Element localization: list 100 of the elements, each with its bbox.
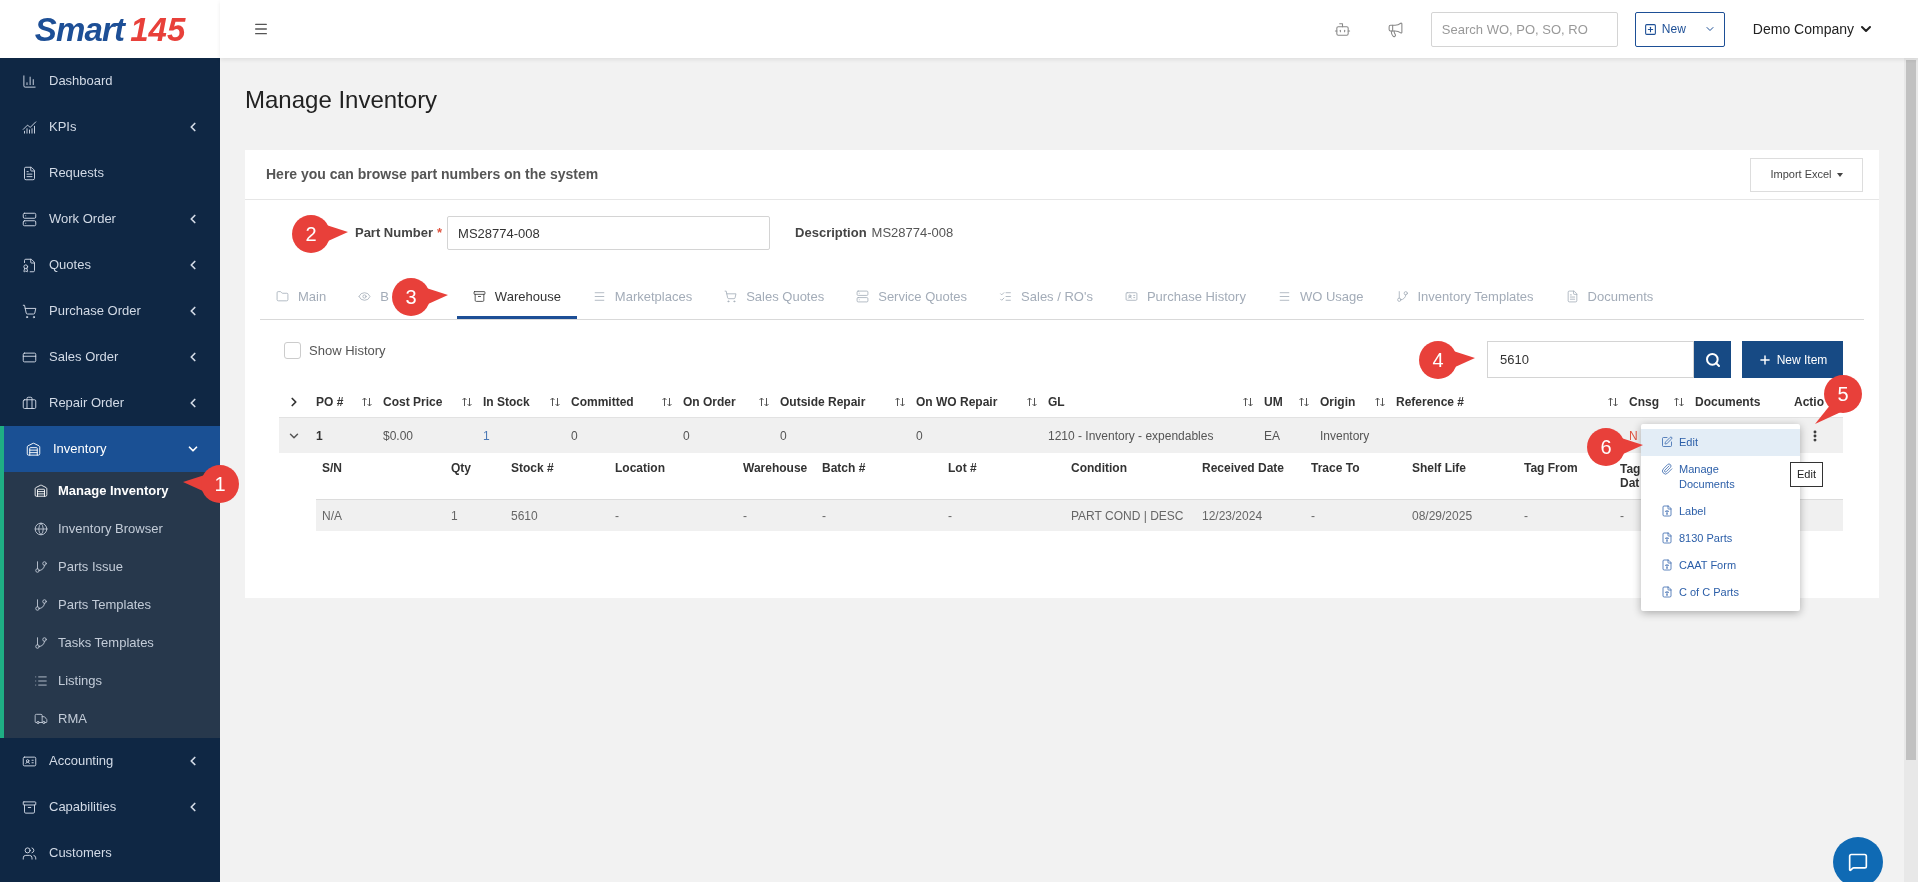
table-cell: 1 <box>451 508 458 523</box>
sidebar-item[interactable]: Capabilities <box>0 784 220 830</box>
table-cell: - <box>1524 508 1528 523</box>
robot-icon[interactable] <box>1333 20 1351 38</box>
column-header: Tag Dat <box>1620 462 1642 490</box>
menu-item[interactable]: CAAT Form <box>1641 552 1800 579</box>
submenu-item[interactable]: Tasks Templates <box>34 633 154 653</box>
logo[interactable]: Smart 145 <box>0 0 220 58</box>
sidebar-item[interactable]: Dashboard <box>0 58 220 104</box>
pdf-icon <box>1661 586 1673 598</box>
caret-icon <box>1836 172 1843 177</box>
column-header: Shelf Life <box>1412 461 1466 475</box>
column-header[interactable]: Reference # <box>1396 393 1465 411</box>
lines-icon <box>1277 290 1291 303</box>
column-header: Batch # <box>822 461 866 475</box>
sort-icon[interactable] <box>1298 396 1310 408</box>
submenu-item[interactable]: Inventory Browser <box>34 519 163 539</box>
column-header: Qty <box>451 461 471 475</box>
import-excel-button[interactable]: Import Excel <box>1750 157 1863 192</box>
sidebar-item[interactable]: Inventory <box>4 426 220 472</box>
sort-icon[interactable] <box>1026 396 1038 408</box>
sort-icon[interactable] <box>549 396 561 408</box>
column-header: Warehouse <box>743 461 808 475</box>
sidebar-item[interactable]: KPIs <box>0 104 220 150</box>
column-header[interactable]: Documents <box>1695 393 1761 411</box>
column-header[interactable]: Committed <box>571 393 634 411</box>
pdf-icon <box>1661 532 1673 544</box>
submenu-item[interactable]: Manage Inventory <box>34 481 169 501</box>
search-field[interactable]: Search WO, PO, SO, RO <box>1430 11 1618 47</box>
table-cell: - <box>615 508 619 523</box>
id-card-icon <box>22 753 37 769</box>
sort-icon[interactable] <box>1607 396 1619 408</box>
new-item-button[interactable]: New Item <box>1742 341 1843 378</box>
submenu-item[interactable]: Listings <box>34 671 103 691</box>
menu-item[interactable]: Edit <box>1641 429 1800 456</box>
branch-icon <box>34 598 48 612</box>
column-header[interactable]: Origin <box>1320 393 1356 411</box>
pdf-icon <box>1661 559 1673 571</box>
submenu-item[interactable]: Parts Templates <box>34 595 151 615</box>
column-header[interactable]: In Stock <box>483 393 530 411</box>
sort-icon[interactable] <box>461 396 473 408</box>
column-header: Trace To <box>1311 461 1360 475</box>
table-cell: - <box>1311 508 1315 523</box>
show-history-checkbox[interactable]: Show History <box>284 341 386 361</box>
column-header[interactable]: On WO Repair <box>916 393 998 411</box>
column-header[interactable]: GL <box>1048 393 1065 411</box>
sort-icon[interactable] <box>661 396 673 408</box>
megaphone-icon[interactable] <box>1386 20 1404 38</box>
column-header[interactable]: Actio <box>1794 393 1824 411</box>
chat-button[interactable] <box>1833 837 1883 882</box>
column-header[interactable]: Cnsg <box>1629 393 1659 411</box>
sort-icon[interactable] <box>894 396 906 408</box>
column-header[interactable]: Outside Repair <box>780 393 866 411</box>
sort-icon[interactable] <box>1673 396 1685 408</box>
column-header: Condition <box>1071 461 1127 475</box>
submenu-item[interactable]: RMA <box>34 709 87 729</box>
column-header[interactable]: On Order <box>683 393 736 411</box>
bar-chart-icon <box>22 73 37 89</box>
company-menu[interactable]: Demo Company <box>1752 18 1874 40</box>
part-number-field[interactable]: MS28774-008 <box>447 216 771 250</box>
submenu-item[interactable]: Parts Issue <box>34 557 124 577</box>
new-button[interactable]: New <box>1634 11 1725 47</box>
table-cell-text: Inventory <box>1320 427 1370 445</box>
column-header[interactable]: Cost Price <box>383 393 443 411</box>
table-cell: 12/23/2024 <box>1202 508 1263 523</box>
stock-search-field[interactable]: 5610 <box>1487 341 1694 378</box>
sort-icon[interactable] <box>1374 396 1386 408</box>
sidebar-item[interactable]: Accounting <box>0 738 220 784</box>
menu-item[interactable]: C of C Parts <box>1641 579 1800 606</box>
branch-icon <box>34 560 48 574</box>
sidebar-item[interactable]: Quotes <box>0 242 220 288</box>
plus-icon <box>1757 352 1772 367</box>
sidebar-item[interactable]: Sales Order <box>0 334 220 380</box>
column-header[interactable]: UM <box>1264 393 1283 411</box>
checklist-icon <box>999 290 1013 303</box>
sidebar-item[interactable]: Customers <box>0 830 220 876</box>
sidebar-item[interactable]: Purchase Order <box>0 288 220 334</box>
column-header: Stock # <box>511 461 554 475</box>
sidebar-item[interactable]: Requests <box>0 150 220 196</box>
pdf-icon <box>1661 505 1673 517</box>
column-header: Tag From <box>1524 461 1578 475</box>
menu-icon[interactable] <box>253 21 269 37</box>
tab[interactable]: Warehouse <box>456 277 577 319</box>
edit-icon <box>1661 436 1673 448</box>
menu-item[interactable]: 8130 Parts <box>1641 525 1800 552</box>
table-cell: - <box>1620 508 1624 523</box>
sort-icon[interactable] <box>758 396 770 408</box>
table-cell-text: 0 <box>683 427 690 445</box>
menu-item[interactable]: Label <box>1641 498 1800 525</box>
column-header[interactable]: PO # <box>316 393 344 411</box>
table-cell: - <box>822 508 826 523</box>
sort-icon[interactable] <box>361 396 373 408</box>
people-icon <box>22 845 37 861</box>
sidebar-item[interactable]: Work Order <box>0 196 220 242</box>
scrollbar[interactable] <box>1904 58 1918 882</box>
search-button[interactable] <box>1694 341 1731 378</box>
card-icon <box>22 349 37 365</box>
sidebar-item[interactable]: Repair Order <box>0 380 220 426</box>
table-cell: - <box>743 508 747 523</box>
sort-icon[interactable] <box>1242 396 1254 408</box>
